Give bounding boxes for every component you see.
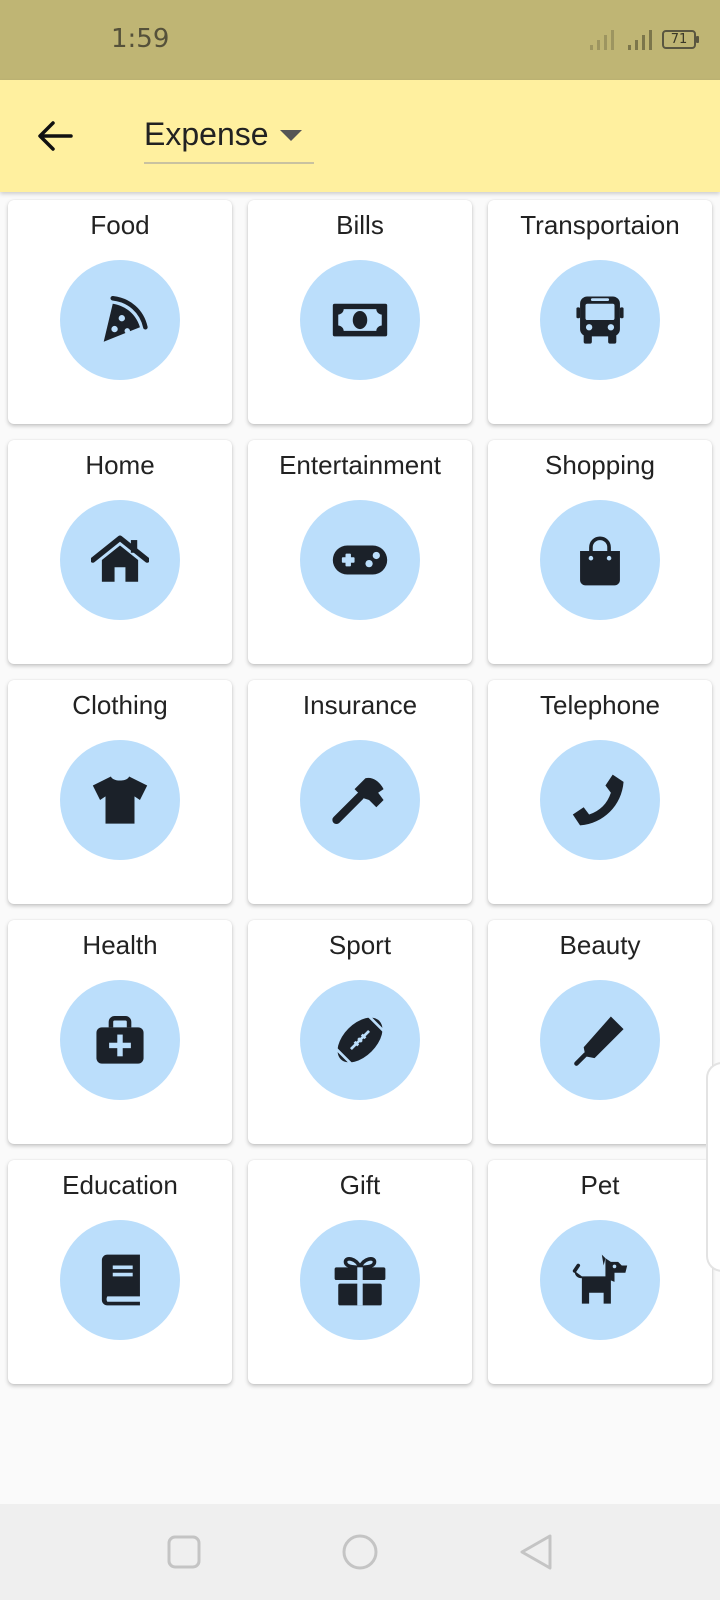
pen-icon (574, 1016, 624, 1066)
category-label: Education (62, 1170, 178, 1200)
category-label: Clothing (72, 690, 168, 720)
icon-circle (540, 740, 660, 860)
icon-circle (60, 500, 180, 620)
icon-circle (540, 980, 660, 1100)
arrow-left-icon (38, 121, 73, 151)
category-card-health[interactable]: Health (8, 920, 232, 1144)
bus-icon (576, 296, 624, 344)
category-card-education[interactable]: Education (8, 1160, 232, 1384)
category-label: Bills (336, 210, 384, 240)
back-nav-button[interactable] (514, 1530, 558, 1574)
category-card-clothing[interactable]: Clothing (8, 680, 232, 904)
tshirt-icon (92, 776, 148, 824)
gift-icon (334, 1257, 386, 1306)
icon-circle (60, 740, 180, 860)
icon-circle (300, 260, 420, 380)
category-card-food[interactable]: Food (8, 200, 232, 424)
icon-circle (540, 1220, 660, 1340)
back-button[interactable] (30, 111, 80, 161)
home-button[interactable] (338, 1530, 382, 1574)
icon-circle (300, 980, 420, 1100)
icon-circle (540, 500, 660, 620)
category-label: Health (82, 930, 158, 960)
icon-circle (540, 260, 660, 380)
category-label: Beauty (559, 930, 641, 960)
category-label: Food (90, 210, 150, 240)
status-time: 1:59 (111, 24, 170, 54)
caret-down-icon (280, 130, 302, 141)
football-icon (335, 1015, 385, 1065)
book-icon (101, 1254, 140, 1306)
category-label: Telephone (540, 690, 660, 720)
type-dropdown[interactable]: Expense (144, 108, 314, 164)
triangle-back-icon (520, 1534, 552, 1570)
shopping-bag-icon (580, 536, 620, 586)
status-bar: 1:59 71 (0, 0, 720, 80)
pizza-icon (103, 295, 148, 342)
category-label: Gift (339, 1170, 381, 1200)
category-label: Insurance (302, 690, 418, 720)
category-label: Transportaion (520, 210, 680, 240)
phone-icon (572, 774, 624, 826)
hammer-icon (332, 777, 384, 825)
recent-apps-button[interactable] (162, 1530, 206, 1574)
icon-circle (60, 1220, 180, 1340)
category-label: Home (85, 450, 155, 480)
system-nav-bar (0, 1504, 720, 1600)
signal-strength-icon (590, 30, 652, 50)
category-label: Sport (328, 930, 392, 960)
category-card-gift[interactable]: Gift (248, 1160, 472, 1384)
edge-panel-handle[interactable] (706, 1062, 720, 1272)
category-card-insurance[interactable]: Insurance (248, 680, 472, 904)
category-label: Pet (580, 1170, 620, 1200)
category-card-telephone[interactable]: Telephone (488, 680, 712, 904)
icon-circle (300, 1220, 420, 1340)
money-bill-icon (332, 303, 388, 337)
icon-circle (60, 980, 180, 1100)
category-grid: Food Bills Transportaion Home Entertainm… (8, 200, 712, 1384)
square-icon (167, 1535, 201, 1569)
category-card-transportaion[interactable]: Transportaion (488, 200, 712, 424)
icon-circle (300, 500, 420, 620)
category-card-bills[interactable]: Bills (248, 200, 472, 424)
icon-circle (300, 740, 420, 860)
category-label: Shopping (545, 450, 655, 480)
category-card-beauty[interactable]: Beauty (488, 920, 712, 1144)
gamepad-icon (332, 545, 388, 575)
dog-icon (572, 1254, 628, 1304)
icon-circle (60, 260, 180, 380)
category-label: Entertainment (279, 450, 441, 480)
house-icon (91, 535, 149, 582)
category-card-entertainment[interactable]: Entertainment (248, 440, 472, 664)
category-card-sport[interactable]: Sport (248, 920, 472, 1144)
category-card-shopping[interactable]: Shopping (488, 440, 712, 664)
circle-icon (342, 1534, 378, 1570)
medkit-icon (96, 1015, 144, 1064)
dropdown-value: Expense (144, 116, 269, 152)
app-bar: Expense (0, 80, 720, 192)
battery-icon: 71 (662, 30, 699, 49)
category-card-pet[interactable]: Pet (488, 1160, 712, 1384)
category-card-home[interactable]: Home (8, 440, 232, 664)
